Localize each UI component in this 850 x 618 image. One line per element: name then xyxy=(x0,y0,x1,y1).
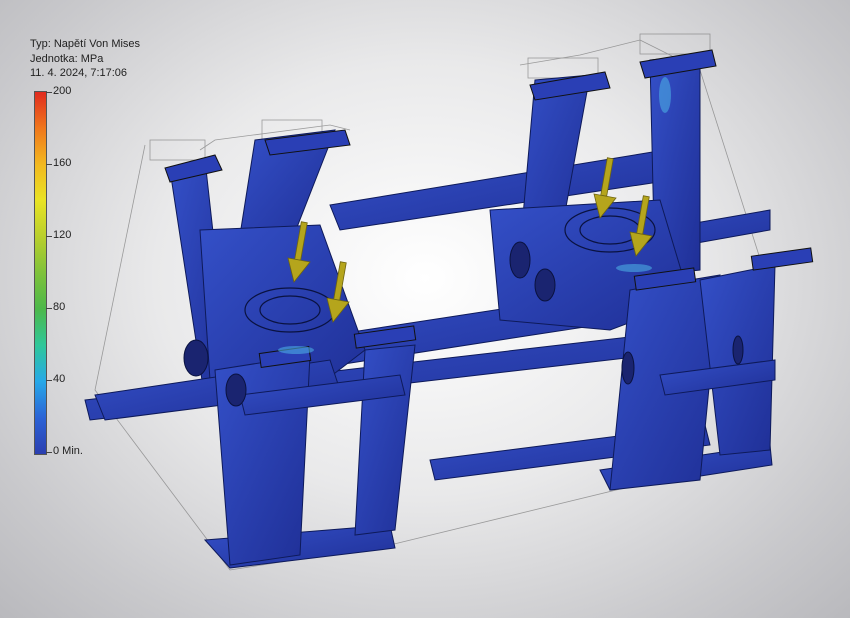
frame-body xyxy=(84,54,776,569)
center-left-post xyxy=(354,344,416,536)
fea-model-view[interactable] xyxy=(0,0,850,618)
